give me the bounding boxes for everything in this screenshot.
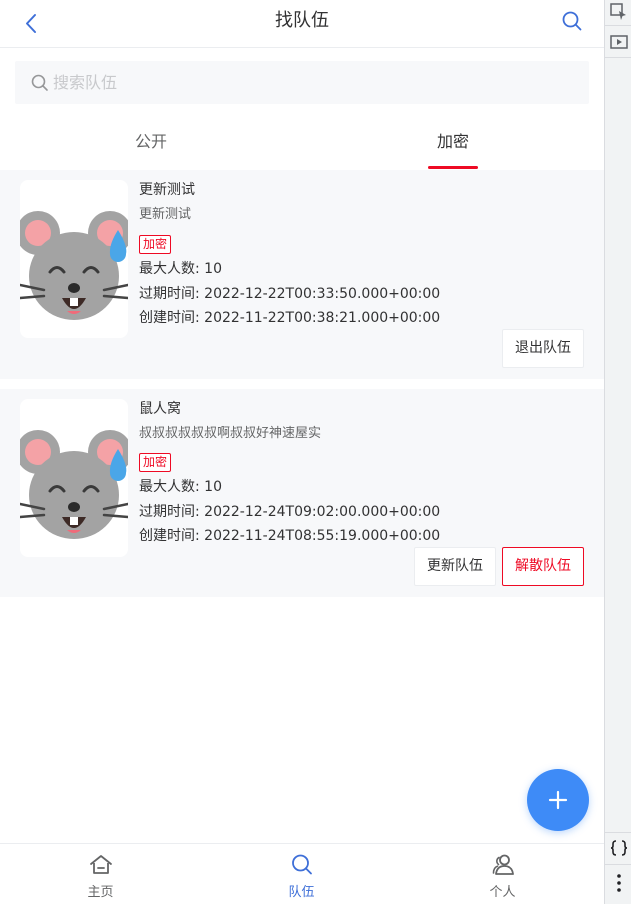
app: 找队伍 公开 加密 [0, 0, 604, 904]
code-braces-icon[interactable] [609, 838, 629, 860]
team-card[interactable]: 鼠人窝 叔叔叔叔叔叔啊叔叔好神速屋实 加密 最大人数: 10 过期时间: 202… [0, 389, 604, 597]
team-avatar [20, 399, 128, 557]
team-max-members: 最大人数: 10 [139, 479, 222, 495]
bottom-tabbar: 主页 队伍 个人 [0, 843, 604, 904]
home-icon [88, 852, 114, 878]
tabbar-item-home[interactable]: 主页 [0, 844, 201, 904]
tabbar-label: 队伍 [288, 885, 315, 900]
create-team-button[interactable] [527, 769, 589, 831]
quit-team-button[interactable]: 退出队伍 [502, 329, 584, 368]
tabs: 公开 加密 [0, 116, 604, 170]
search-icon[interactable] [558, 8, 586, 36]
device-toggle-icon[interactable] [609, 32, 629, 54]
search-bar [15, 61, 589, 104]
tab-active-indicator [428, 166, 478, 169]
team-card[interactable]: 更新测试 更新测试 加密 最大人数: 10 过期时间: 2022-12-22T0… [0, 170, 604, 379]
search-input[interactable] [53, 61, 573, 104]
team-description: 叔叔叔叔叔叔啊叔叔好神速屋实 [139, 426, 322, 441]
navbar: 找队伍 [0, 0, 604, 48]
status-badge: 加密 [139, 235, 172, 254]
team-expire-time: 过期时间: 2022-12-22T00:33:50.000+00:00 [139, 286, 441, 302]
search-icon [289, 852, 315, 878]
inspect-icon[interactable] [609, 2, 629, 24]
plus-icon [548, 790, 568, 810]
dissolve-team-button[interactable]: 解散队伍 [502, 547, 584, 586]
tabbar-item-team[interactable]: 队伍 [201, 844, 402, 904]
search-icon [29, 72, 51, 94]
tabbar-label: 主页 [87, 885, 114, 900]
team-name: 更新测试 [139, 182, 195, 198]
update-team-button[interactable]: 更新队伍 [414, 547, 496, 586]
team-expire-time: 过期时间: 2022-12-24T09:02:00.000+00:00 [139, 504, 441, 520]
team-avatar [20, 180, 128, 338]
tabbar-label: 个人 [489, 885, 516, 900]
tab-public[interactable]: 公开 [0, 116, 302, 170]
team-create-time: 创建时间: 2022-11-24T08:55:19.000+00:00 [139, 528, 441, 544]
tab-encrypted[interactable]: 加密 [302, 116, 604, 170]
team-create-time: 创建时间: 2022-11-22T00:38:21.000+00:00 [139, 310, 441, 326]
tabbar-item-profile[interactable]: 个人 [402, 844, 603, 904]
more-vert-icon[interactable] [609, 872, 629, 894]
friends-icon [490, 852, 516, 878]
team-description: 更新测试 [139, 207, 192, 222]
status-badge: 加密 [139, 453, 172, 472]
team-max-members: 最大人数: 10 [139, 261, 222, 277]
page-title: 找队伍 [275, 10, 329, 31]
devtools-panel [604, 0, 631, 904]
team-name: 鼠人窝 [139, 401, 181, 417]
